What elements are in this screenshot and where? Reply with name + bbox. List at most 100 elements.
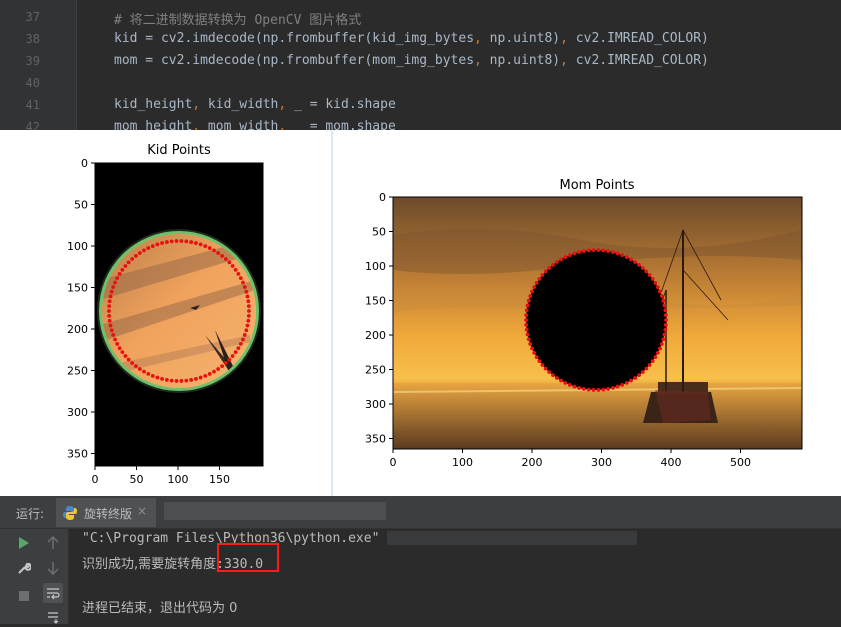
detected-point — [220, 253, 224, 258]
detected-point — [615, 384, 620, 389]
code-text: _ = mom.shape — [286, 119, 396, 130]
detected-point — [663, 322, 668, 327]
detected-point — [117, 346, 122, 350]
y-tick-label: 300 — [365, 398, 386, 411]
detected-point — [650, 359, 655, 364]
detected-point — [664, 318, 668, 322]
soft-wrap-icon[interactable] — [43, 583, 63, 603]
detected-point — [184, 378, 189, 383]
code-punct: , — [474, 53, 482, 68]
detected-point — [115, 341, 120, 346]
detected-point — [216, 251, 221, 255]
code-text: kid_width — [200, 97, 279, 112]
run-tab-label[interactable]: 旋转终版 — [84, 505, 132, 522]
detected-point — [655, 350, 660, 355]
code-text: mom_width — [200, 119, 279, 130]
detected-point — [524, 308, 529, 313]
detected-point — [203, 244, 208, 248]
detected-point — [233, 350, 238, 355]
detected-point — [142, 369, 146, 374]
detected-point — [123, 354, 128, 358]
detected-point — [107, 309, 111, 313]
detected-point — [126, 357, 131, 362]
detected-point — [230, 264, 235, 268]
detected-point — [227, 260, 232, 265]
line-number: 41 — [25, 98, 40, 112]
code-line[interactable]: mom_height, mom_width, _ = mom.shape — [114, 119, 396, 130]
detected-point — [577, 386, 581, 390]
detected-point — [633, 376, 638, 380]
detected-point — [194, 241, 198, 245]
detected-point — [662, 332, 667, 337]
detected-point — [526, 337, 531, 342]
line-number: 39 — [25, 54, 40, 68]
code-line[interactable]: mom = cv2.imdecode(np.frombuffer(mom_img… — [114, 53, 709, 68]
detected-point — [620, 383, 625, 387]
code-text: np.uint8) — [481, 53, 561, 68]
detected-point — [111, 333, 116, 337]
detected-point — [543, 366, 548, 371]
code-text: cv2.IMREAD_COLOR) — [567, 31, 709, 46]
detected-point — [123, 264, 128, 268]
detected-point — [117, 272, 122, 276]
detected-point — [174, 379, 179, 383]
detected-point — [551, 262, 555, 267]
detected-point — [108, 294, 113, 299]
y-tick-label: 100 — [365, 260, 386, 273]
detected-point — [130, 257, 135, 261]
y-tick-label: 50 — [74, 199, 88, 212]
detected-point — [647, 363, 652, 367]
code-editor[interactable]: 37 38 39 40 41 42 # 将二进制数据转换为 OpenCV 图片格… — [0, 0, 841, 130]
rerun-icon[interactable] — [14, 533, 34, 553]
detected-point — [559, 257, 563, 262]
detected-point — [236, 272, 241, 276]
close-icon[interactable]: × — [137, 504, 147, 518]
code-line[interactable]: kid_height, kid_width, _ = kid.shape — [114, 97, 396, 112]
detected-point — [107, 313, 112, 318]
detected-point — [629, 378, 633, 383]
x-tick-label: 200 — [522, 456, 543, 469]
y-tick-label: 0 — [379, 191, 386, 204]
mom-points-figure: Mom Points 0 50 100 150 200 250 300 350 0 100 200… — [365, 178, 803, 469]
detected-point — [650, 276, 655, 281]
kid-y-axis: 0 50 100 150 200 250 300 350 — [67, 157, 95, 461]
detected-point — [601, 387, 606, 392]
detected-point — [663, 308, 668, 313]
detected-point — [169, 378, 174, 383]
stop-icon[interactable] — [14, 586, 34, 606]
detected-point — [160, 377, 164, 381]
detected-point — [137, 367, 142, 371]
code-line[interactable]: # 将二进制数据转换为 OpenCV 图片格式 — [114, 9, 361, 28]
detected-point — [155, 242, 160, 247]
detected-point — [164, 240, 169, 244]
detected-point — [637, 373, 641, 378]
detected-point — [572, 384, 577, 389]
detected-point — [134, 253, 138, 258]
kid-plot-title: Kid Points — [147, 143, 211, 158]
detected-point — [179, 239, 184, 243]
detected-point — [540, 363, 545, 367]
console-output[interactable]: "C:\Program Files\Python36\python.exe" 识… — [69, 529, 841, 624]
detected-point — [524, 313, 529, 318]
wrench-icon[interactable] — [14, 558, 34, 578]
arrow-up-icon[interactable] — [43, 533, 63, 553]
x-tick-label: 300 — [591, 456, 612, 469]
detected-point — [606, 249, 611, 253]
run-label: 运行: — [16, 507, 45, 521]
detected-point — [109, 289, 114, 294]
y-tick-label: 350 — [67, 448, 88, 461]
code-punct: , — [560, 31, 568, 46]
detected-point — [189, 240, 194, 244]
detected-point — [223, 361, 228, 365]
scroll-to-end-icon[interactable] — [43, 607, 63, 627]
detected-point — [661, 337, 666, 342]
arrow-down-icon[interactable] — [43, 558, 63, 578]
mom-y-axis: 0 50 100 150 200 250 300 350 — [365, 191, 393, 446]
code-line[interactable]: kid = cv2.imdecode(np.frombuffer(kid_img… — [114, 31, 709, 46]
result-text: 识别成功,需要旋转角度 — [82, 557, 217, 572]
detected-point — [534, 355, 539, 359]
detected-point — [532, 350, 537, 355]
code-punct: , — [560, 53, 568, 68]
y-tick-label: 200 — [365, 329, 386, 342]
code-text: kid = cv2.imdecode(np.frombuffer(kid_img… — [114, 31, 475, 46]
